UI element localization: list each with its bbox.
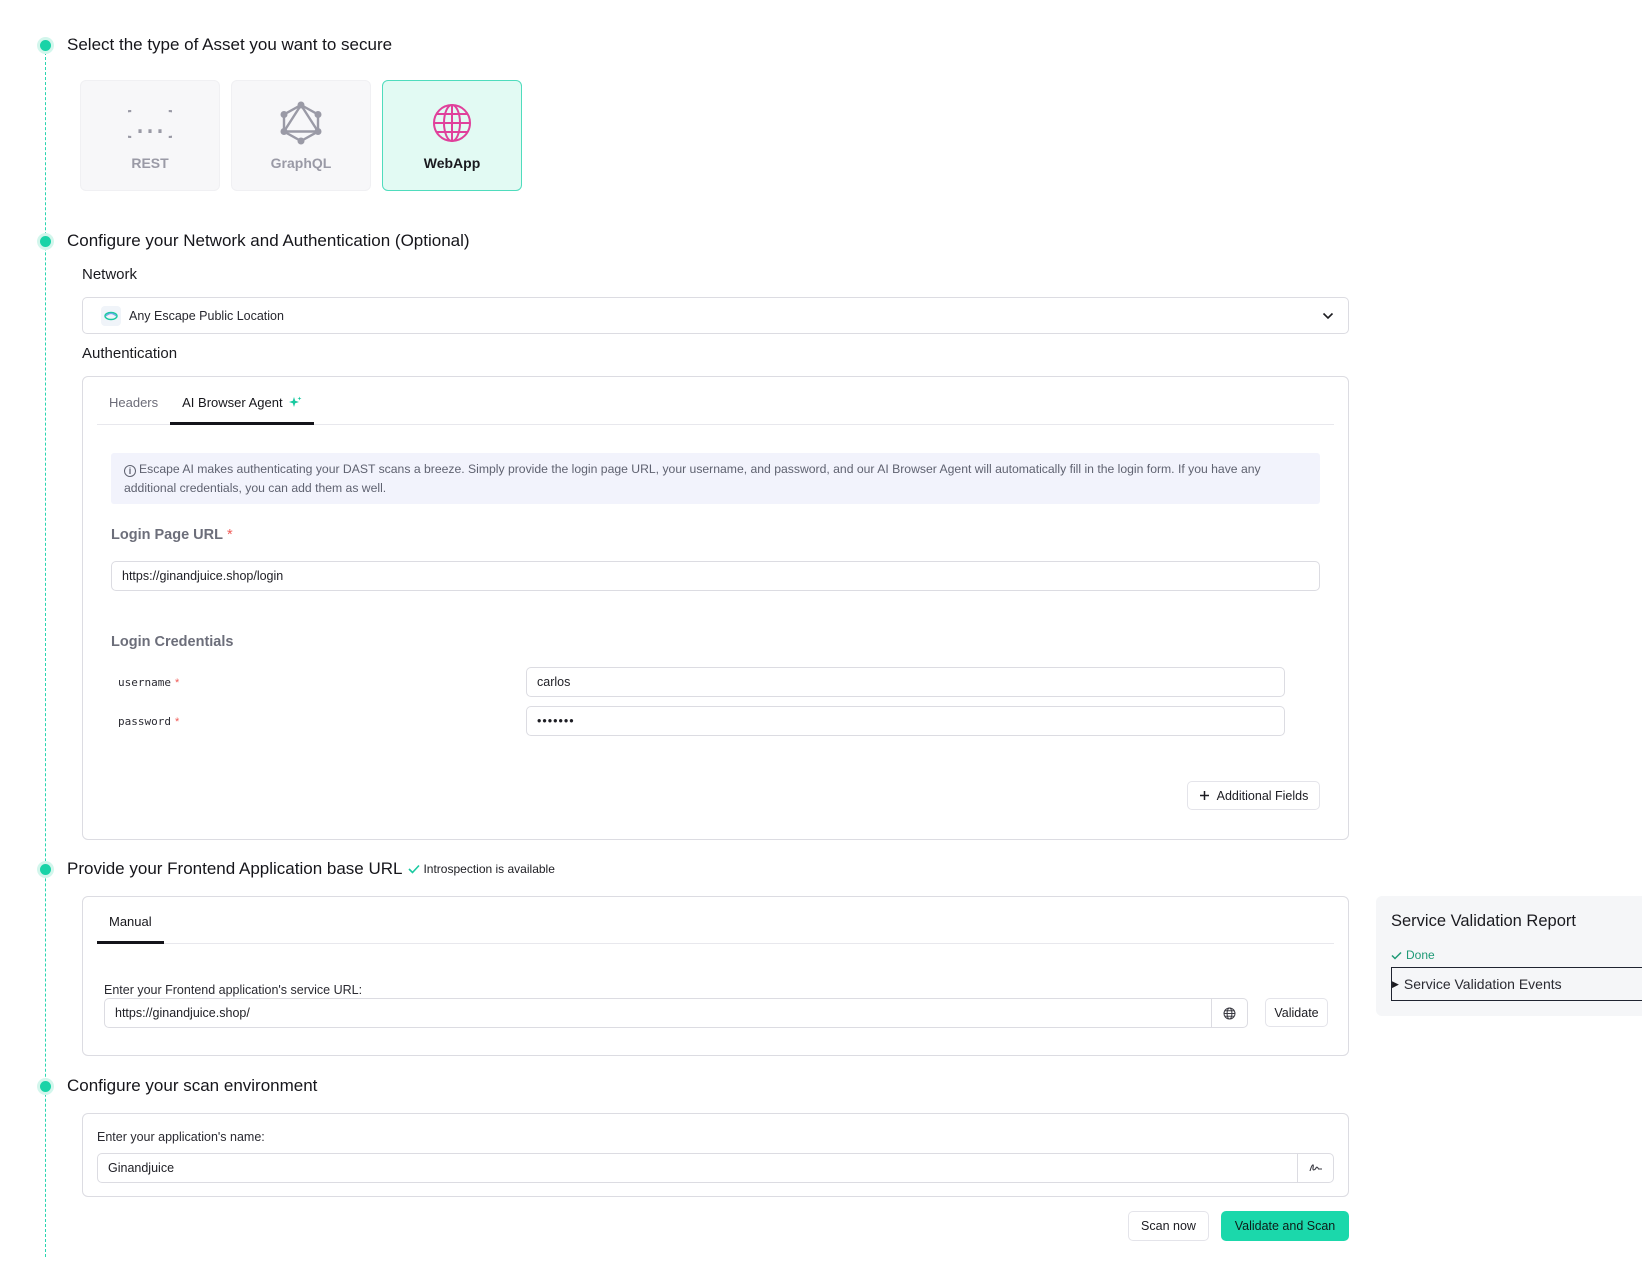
validate-button[interactable]: Validate bbox=[1265, 998, 1328, 1027]
asset-card-rest[interactable]: {…} REST bbox=[80, 80, 220, 191]
login-url-input[interactable]: https://ginandjuice.shop/login bbox=[111, 561, 1320, 591]
asset-label-webapp: WebApp bbox=[423, 154, 481, 171]
chevron-down-icon bbox=[1322, 307, 1334, 325]
step-dot bbox=[40, 1081, 51, 1092]
asset-card-webapp[interactable]: WebApp bbox=[382, 80, 522, 191]
password-label-text: password bbox=[118, 715, 171, 728]
additional-fields-button[interactable]: Additional Fields bbox=[1187, 781, 1320, 810]
signature-icon[interactable] bbox=[1297, 1154, 1333, 1182]
app-name-input[interactable]: Ginandjuice bbox=[98, 1161, 1297, 1175]
frontend-url-prompt: Enter your Frontend application's servic… bbox=[104, 983, 363, 997]
username-input[interactable]: carlos bbox=[526, 667, 1285, 697]
app-name-prompt: Enter your application's name: bbox=[97, 1130, 265, 1144]
auth-tabs: Headers AI Browser Agent bbox=[97, 377, 1334, 425]
app-name-input-group: Ginandjuice bbox=[97, 1153, 1334, 1183]
login-url-label-text: Login Page URL bbox=[111, 527, 223, 543]
required-mark: * bbox=[226, 527, 233, 543]
check-icon bbox=[1391, 951, 1402, 960]
password-label: password * bbox=[118, 715, 179, 728]
check-icon bbox=[408, 864, 421, 874]
step-dot bbox=[40, 40, 51, 51]
scan-setup-page: Select the type of Asset you want to sec… bbox=[0, 0, 1642, 1276]
globe-icon bbox=[1211, 999, 1247, 1027]
step-dot bbox=[40, 864, 51, 875]
asset-label-graphql: GraphQL bbox=[270, 154, 332, 171]
frontend-url-input-group: https://ginandjuice.shop/ bbox=[104, 998, 1248, 1028]
plus-icon bbox=[1199, 790, 1210, 801]
password-input[interactable]: ••••••• bbox=[526, 706, 1285, 736]
auth-info-text: Escape AI makes authenticating your DAST… bbox=[124, 462, 1261, 495]
frontend-url-input[interactable]: https://ginandjuice.shop/ bbox=[105, 1006, 1211, 1020]
asset-card-graphql[interactable]: GraphQL bbox=[231, 80, 371, 191]
tab-headers[interactable]: Headers bbox=[97, 395, 170, 424]
auth-info-box: i Escape AI makes authenticating your DAS… bbox=[111, 453, 1320, 504]
service-validation-report: Service Validation Report Done ▶ Service… bbox=[1376, 896, 1642, 1016]
required-mark: * bbox=[174, 716, 180, 728]
sparkle-icon bbox=[288, 396, 302, 409]
timeline-line bbox=[45, 47, 46, 1257]
tab-ai-browser-agent-label: AI Browser Agent bbox=[182, 395, 283, 410]
step-title-frontend-url: Provide your Frontend Application base U… bbox=[67, 859, 555, 879]
authentication-panel: Headers AI Browser Agent i Escape AI make… bbox=[82, 376, 1349, 840]
tab-manual[interactable]: Manual bbox=[97, 914, 164, 944]
curly-braces-icon: {…} bbox=[128, 101, 172, 145]
username-label-text: username bbox=[118, 676, 171, 689]
network-label: Network bbox=[82, 266, 138, 283]
step-title-network-auth: Configure your Network and Authenticatio… bbox=[67, 231, 470, 250]
asset-label-rest: REST bbox=[131, 154, 169, 171]
step-title-scan-env: Configure your scan environment bbox=[67, 1076, 318, 1095]
service-validation-events-label: Service Validation Events bbox=[1403, 976, 1562, 992]
graphql-icon bbox=[279, 101, 323, 145]
report-status: Done bbox=[1391, 948, 1435, 962]
caret-right-icon: ▶ bbox=[1392, 978, 1399, 989]
introspection-status: Introspection is available bbox=[408, 862, 555, 876]
login-url-label: Login Page URL * bbox=[111, 527, 233, 543]
authentication-label: Authentication bbox=[82, 345, 178, 362]
login-credentials-label: Login Credentials bbox=[111, 634, 234, 650]
location-icon bbox=[101, 305, 121, 326]
additional-fields-label: Additional Fields bbox=[1216, 788, 1309, 803]
step-dot bbox=[40, 236, 51, 247]
svg-text:{…}: {…} bbox=[128, 106, 172, 141]
network-select-value: Any Escape Public Location bbox=[129, 308, 284, 323]
username-label: username * bbox=[118, 676, 179, 689]
globe-icon bbox=[430, 101, 474, 145]
step-title-asset-type: Select the type of Asset you want to sec… bbox=[67, 35, 393, 54]
introspection-text: Introspection is available bbox=[423, 862, 555, 876]
step-title-frontend-url-text: Provide your Frontend Application base U… bbox=[67, 859, 403, 878]
report-title: Service Validation Report bbox=[1391, 912, 1576, 930]
environment-panel: Enter your application's name: Ginandjui… bbox=[82, 1113, 1349, 1197]
required-mark: * bbox=[174, 677, 180, 689]
frontend-panel: Manual Enter your Frontend application's… bbox=[82, 896, 1349, 1056]
report-status-text: Done bbox=[1406, 948, 1435, 962]
service-validation-events-toggle[interactable]: ▶ Service Validation Events bbox=[1391, 967, 1642, 1001]
validate-and-scan-button[interactable]: Validate and Scan bbox=[1221, 1211, 1349, 1241]
tab-ai-browser-agent[interactable]: AI Browser Agent bbox=[170, 395, 315, 425]
info-icon: i bbox=[124, 465, 136, 477]
scan-now-button[interactable]: Scan now bbox=[1128, 1211, 1209, 1241]
network-select[interactable]: Any Escape Public Location bbox=[82, 297, 1349, 334]
frontend-tabs: Manual bbox=[97, 897, 1334, 944]
